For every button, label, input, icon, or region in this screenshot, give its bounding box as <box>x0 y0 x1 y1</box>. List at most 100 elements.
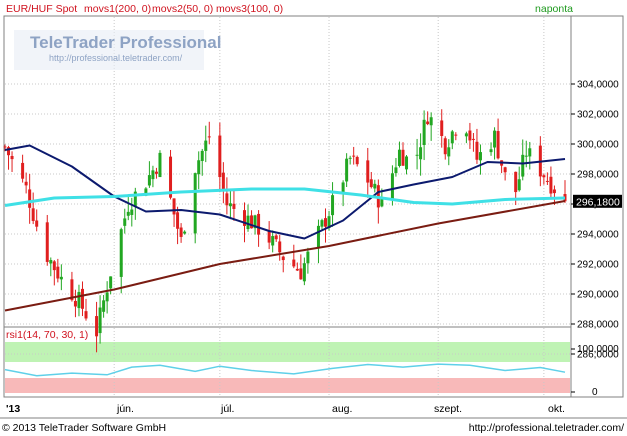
candle-body <box>278 241 282 253</box>
candle-body <box>521 154 525 177</box>
candle-body <box>355 156 359 165</box>
candle-body <box>31 208 35 221</box>
last-price-marker: 296,1800 <box>573 194 622 208</box>
candle-body <box>158 152 162 178</box>
candle-body <box>324 218 328 227</box>
candle-body <box>468 130 472 141</box>
candle-body <box>84 311 88 319</box>
candle-body <box>98 307 102 334</box>
candle-body <box>454 134 458 136</box>
candle-body <box>517 179 521 191</box>
indicator-movs2: movs2(50, 0) <box>152 3 213 15</box>
candle-body <box>200 150 204 161</box>
footer-url: http://professional.teletrader.com/ <box>469 422 624 434</box>
rsi-overbought-band <box>5 342 570 362</box>
time-label-jun: jún. <box>116 403 134 415</box>
candle-body <box>281 256 285 261</box>
candle-body <box>119 229 123 277</box>
candle-body <box>478 152 482 161</box>
price-tick-label: 292,0000 <box>577 260 619 271</box>
price-tick-label: 288,0000 <box>577 320 619 331</box>
candle-body <box>493 130 497 148</box>
candle-body <box>176 212 180 229</box>
rsi-tick-100: 100,0000 <box>577 344 619 355</box>
candle-body <box>123 218 127 226</box>
candle-body <box>179 227 183 237</box>
candle-body <box>426 121 430 125</box>
candle-body <box>267 230 271 243</box>
candle-body <box>394 167 398 174</box>
candle-body <box>447 147 451 157</box>
indicator-movs3: movs3(100, 0) <box>216 3 283 15</box>
candle-body <box>348 157 352 159</box>
price-tick-label: 298,0000 <box>577 170 619 181</box>
candle-body <box>204 140 208 151</box>
candle-body <box>443 138 447 155</box>
candle-body <box>225 193 229 206</box>
indicator-movs1: movs1(200, 0) <box>84 3 151 15</box>
chart-canvas: TeleTrader Professional http://professio… <box>0 3 627 434</box>
candle-body <box>514 171 518 193</box>
candle-body <box>59 276 63 280</box>
candle-body <box>28 189 32 208</box>
candle-body <box>56 266 60 279</box>
candle-body <box>130 209 134 215</box>
candle-body <box>366 160 370 183</box>
candle-body <box>73 300 77 307</box>
rsi-oversold-band <box>5 378 570 393</box>
candle-body <box>295 268 299 271</box>
candle-body <box>405 156 409 170</box>
candle-body <box>345 158 349 182</box>
candle-body <box>475 141 479 160</box>
candle-body <box>232 203 236 209</box>
candle-body <box>415 154 419 156</box>
candle-body <box>390 173 394 201</box>
candle-body <box>193 173 197 234</box>
symbol-label: EUR/HUF Spot <box>6 3 77 15</box>
candle-body <box>422 119 426 145</box>
candle-body <box>52 261 56 271</box>
candle-body <box>274 235 278 240</box>
candle-body <box>183 231 187 234</box>
candle-body <box>3 146 7 148</box>
candle-body <box>172 198 176 215</box>
candle-body <box>545 180 549 182</box>
price-tick-label: 304,0000 <box>577 80 619 91</box>
candle-body <box>35 220 39 227</box>
last-price-label: 296,1800 <box>576 196 620 208</box>
candle-body <box>221 172 225 190</box>
rsi-title: rsi1(14, 70, 30, 1) <box>6 329 88 341</box>
candle-body <box>496 131 500 159</box>
watermark: TeleTrader Professional http://professio… <box>14 30 221 70</box>
candle-body <box>528 148 532 157</box>
time-label-sep: szept. <box>434 403 462 415</box>
candle-body <box>292 259 296 267</box>
time-label-jul: júl. <box>220 403 234 415</box>
candle-body <box>102 300 106 312</box>
candle-body <box>352 155 356 157</box>
candle-body <box>228 203 232 207</box>
chart-header: EUR/HUF Spot movs1(200, 0) movs2(50, 0) … <box>6 3 573 15</box>
candle-body <box>320 220 324 227</box>
time-label-aug: aug. <box>332 403 352 415</box>
candle-body <box>218 135 222 178</box>
candle-body <box>151 170 155 180</box>
candle-body <box>331 195 335 216</box>
period-label: naponta <box>535 3 573 15</box>
candle-body <box>549 176 553 194</box>
candle-body <box>45 222 49 262</box>
price-tick-label: 300,0000 <box>577 140 619 151</box>
candle-body <box>373 183 377 189</box>
candle-body <box>429 117 433 126</box>
time-label-oct: okt. <box>548 403 565 415</box>
candle-body <box>316 225 320 248</box>
candle-body <box>524 155 528 157</box>
candle-body <box>464 133 468 137</box>
candle-body <box>95 316 99 337</box>
candle-body <box>109 276 113 289</box>
price-tick-label: 302,0000 <box>577 110 619 121</box>
candle-body <box>21 162 25 179</box>
candle-body <box>369 179 373 188</box>
candle-body <box>49 260 53 264</box>
candle-body <box>542 175 546 178</box>
